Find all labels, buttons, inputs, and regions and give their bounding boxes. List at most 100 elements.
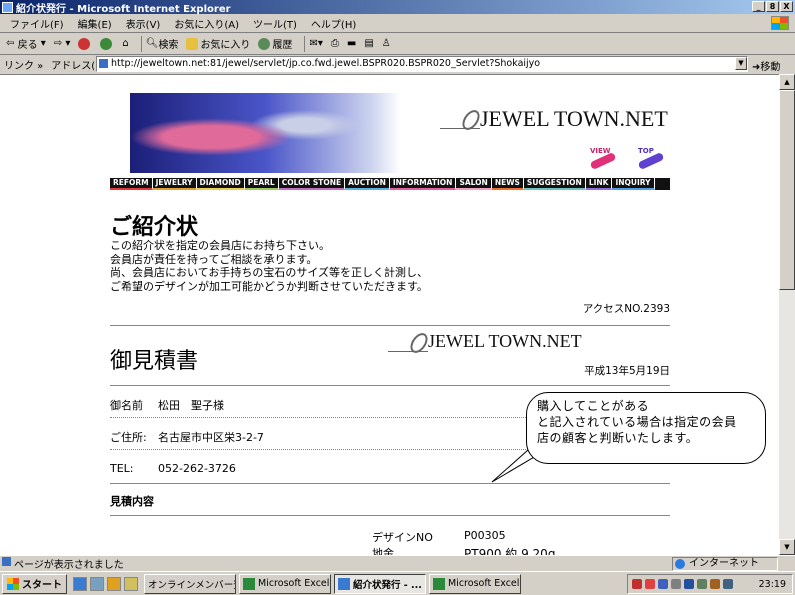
menu-tools[interactable]: ツール(T) <box>253 16 297 31</box>
go-button[interactable]: ➜移動 <box>752 58 780 73</box>
stop-button[interactable] <box>78 37 92 50</box>
restore-button[interactable]: 8 <box>766 1 779 12</box>
history-label: 履歴 <box>272 40 293 51</box>
access-number: アクセスNO.2393 <box>582 303 670 315</box>
security-zone: インターネット <box>672 557 778 571</box>
divider <box>110 483 670 484</box>
edit-button[interactable]: ▬ <box>347 38 356 49</box>
tray-icon[interactable] <box>658 579 668 589</box>
desktop-quicklaunch-icon[interactable] <box>90 576 104 591</box>
tel-value: 052-262-3726 <box>158 462 236 475</box>
messenger-button[interactable]: ♙ <box>382 38 391 49</box>
callout-line: 店の顧客と判断いたします。 <box>537 431 699 445</box>
back-label: 戻る <box>17 40 38 51</box>
nav-item-color-stone[interactable]: COLOR STONE <box>278 178 346 190</box>
nav-item-diamond[interactable]: DIAMOND <box>196 178 245 190</box>
annotation-callout: 購入してことがある と記入されている場合は指定の会員 店の顧客と判断いたします。 <box>526 392 766 464</box>
window-title-bar[interactable]: 紹介状発行 - Microsoft Internet Explorer _ 8 … <box>0 0 795 15</box>
links-label[interactable]: リンク » <box>4 57 43 72</box>
task-online-register[interactable]: オンラインメンバー登録 <box>144 573 236 594</box>
estimate-title: 御見積書 <box>110 349 199 374</box>
vertical-scrollbar[interactable]: ▲ ▼ <box>779 74 795 555</box>
standard-toolbar: ⇦ 戻る ▾ ⇨ ▾ ⌂ 🔍︎ 検索 お気に入り 履歴 ✉ ▾ ⎙ ▬ ▤ ♙ <box>0 33 795 55</box>
tray-icon[interactable] <box>671 579 681 589</box>
intro-text: この紹介状を指定の会員店にお持ち下さい。 会員店が責任を持ってご相談を承ります。… <box>110 239 428 293</box>
address-value: 名古屋市中区栄3-2-7 <box>158 431 264 444</box>
menu-file[interactable]: ファイル(F) <box>10 16 64 31</box>
print-button[interactable]: ⎙ <box>331 38 339 49</box>
nav-item-salon[interactable]: SALON <box>456 178 492 190</box>
media-quicklaunch-icon[interactable] <box>107 576 121 591</box>
tray-icon[interactable] <box>697 579 707 589</box>
start-label: スタート <box>22 580 62 591</box>
refresh-button[interactable] <box>100 37 114 50</box>
nav-item-link[interactable]: LINK <box>585 178 613 190</box>
top-button[interactable]: TOP <box>637 147 674 171</box>
site-nav: REFORM JEWELRY DIAMOND PEARL COLOR STONE AUCT… <box>110 178 670 190</box>
ie-quicklaunch-icon[interactable] <box>73 576 87 591</box>
start-button[interactable]: スタート <box>2 573 67 594</box>
excel-icon <box>243 577 255 590</box>
menu-view[interactable]: 表示(V) <box>126 16 161 31</box>
tray-icon[interactable] <box>645 579 655 589</box>
ie-icon <box>338 577 350 590</box>
nav-item-inquiry[interactable]: INQUIRY <box>612 178 655 190</box>
excel-icon <box>433 577 445 590</box>
nav-item-jewelry[interactable]: JEWELRY <box>152 178 197 190</box>
minimize-button[interactable]: _ <box>752 1 765 12</box>
menu-edit[interactable]: 編集(E) <box>78 16 112 31</box>
clock: 23:19 <box>758 578 786 590</box>
tray-icon[interactable] <box>684 579 694 589</box>
windows-logo-icon <box>771 16 789 30</box>
back-arrow-icon: ⇦ <box>6 38 15 49</box>
nav-item-news[interactable]: NEWS <box>491 178 524 190</box>
address-label: ご住所: <box>110 431 147 444</box>
jeweltown-logo-small: JEWEL TOWN.NET <box>388 331 582 352</box>
favorites-button[interactable]: お気に入り <box>186 36 250 51</box>
discuss-button[interactable]: ▤ <box>364 38 373 49</box>
history-button[interactable]: 履歴 <box>258 36 292 51</box>
task-excel-2[interactable]: Microsoft Excel <box>429 573 521 594</box>
scroll-down-button[interactable]: ▼ <box>779 539 795 555</box>
task-excel-1[interactable]: Microsoft Excel <box>239 573 331 594</box>
tray-icon[interactable] <box>710 579 720 589</box>
home-button[interactable]: ⌂ <box>122 38 128 49</box>
forward-button[interactable]: ⇨ ▾ <box>54 38 71 49</box>
history-icon <box>258 37 271 50</box>
volume-icon[interactable] <box>723 579 733 589</box>
close-button[interactable]: X <box>780 1 793 12</box>
nav-item-pearl[interactable]: PEARL <box>244 178 279 190</box>
messenger-icon: ♙ <box>381 38 391 49</box>
jeweltown-logo[interactable]: JEWEL TOWN.NET <box>440 105 670 133</box>
toolbar-divider <box>140 35 142 52</box>
url-dropdown-button[interactable]: ▼ <box>735 57 747 70</box>
ie-icon <box>2 1 13 13</box>
scroll-up-button[interactable]: ▲ <box>779 74 795 90</box>
name-label: 御名前 <box>110 399 143 412</box>
menu-help[interactable]: ヘルプ(H) <box>311 16 356 31</box>
task-ie-active[interactable]: 紹介状発行 - ... <box>334 573 426 594</box>
search-icon: 🔍︎ <box>145 38 159 49</box>
nav-item-reform[interactable]: REFORM <box>110 178 153 190</box>
search-button[interactable]: 🔍︎ 検索 <box>146 36 179 51</box>
nav-item-suggestion[interactable]: SUGGESTION <box>523 178 586 190</box>
address-row: ご住所: 名古屋市中区栄3-2-7 <box>110 429 264 445</box>
view-button[interactable]: VIEW <box>589 147 632 171</box>
callout-line: 購入してことがある <box>537 399 650 413</box>
folder-quicklaunch-icon[interactable] <box>124 576 138 591</box>
tray-icon[interactable] <box>632 579 642 589</box>
jewelry-banner-image <box>130 93 400 173</box>
page-content[interactable]: JEWEL TOWN.NET VIEW TOP REFORM JEWELRY DIA… <box>0 74 779 555</box>
mail-button[interactable]: ✉ ▾ <box>309 38 322 49</box>
scroll-thumb[interactable] <box>779 90 795 290</box>
nav-item-information[interactable]: INFORMATION <box>389 178 457 190</box>
url-field[interactable]: http://jeweltown.net:81/jewel/servlet/jp… <box>96 56 748 72</box>
menu-favorites[interactable]: お気に入り(A) <box>174 16 239 31</box>
address-bar: リンク » アドレス(D) http://jeweltown.net:81/je… <box>0 55 795 73</box>
back-button[interactable]: ⇦ 戻る ▾ <box>6 36 46 51</box>
detail-value: P00305 <box>464 529 506 542</box>
task-label: オンラインメンバー登録 <box>148 579 235 591</box>
logo-swoosh-icon <box>388 332 428 352</box>
toolbar-divider <box>304 35 306 52</box>
nav-item-auction[interactable]: AUCTION <box>345 178 390 190</box>
